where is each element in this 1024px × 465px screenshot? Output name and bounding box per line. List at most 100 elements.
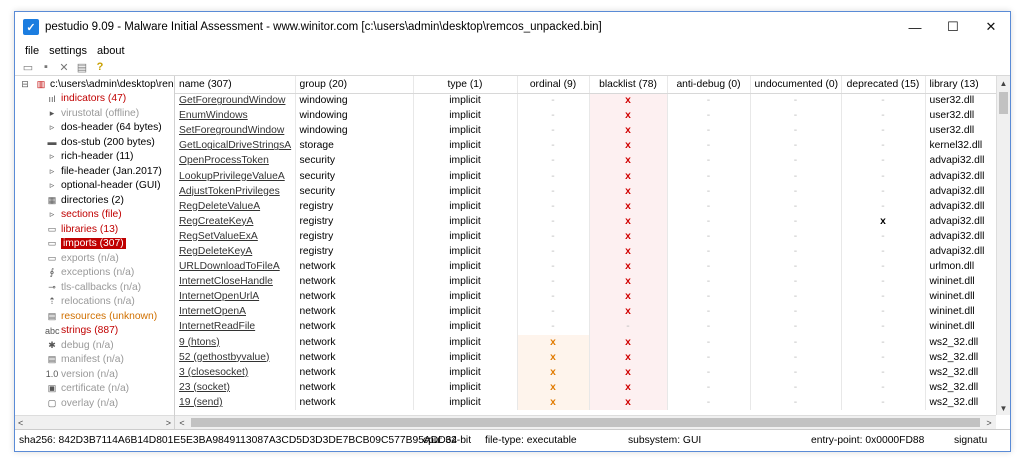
save-icon[interactable]: ▪ [39, 61, 53, 74]
table-row[interactable]: InternetOpenA network implicit - x - - - wininet… [175, 304, 1002, 320]
tree-item-manifest[interactable]: ▤ manifest (n/a) [15, 353, 174, 368]
column-header-anti-debug[interactable]: anti-debug (0) [667, 76, 751, 94]
vertical-scrollbar[interactable]: ▲ ▼ [996, 76, 1010, 415]
cell-name[interactable]: 52 (gethostbyvalue) [175, 349, 296, 365]
table-row[interactable]: 23 (socket) network implicit x x - - - ws2_32.dl… [175, 379, 1002, 395]
scroll-right-icon[interactable]: > [982, 416, 996, 429]
horizontal-scroll-thumb[interactable] [191, 418, 980, 427]
tree-item-exceptions[interactable]: ∮ exceptions (n/a) [15, 266, 174, 281]
tree-item-strings[interactable]: abc strings (887) [15, 324, 174, 339]
tree-item-certificate[interactable]: ▣ certificate (n/a) [15, 382, 174, 397]
document-icon[interactable]: ▤ [75, 61, 89, 74]
help-icon[interactable]: ? [93, 61, 107, 74]
tree-item-exports[interactable]: ▭ exports (n/a) [15, 251, 174, 266]
close-file-icon[interactable]: ✕ [57, 61, 71, 74]
tree-item-indicators[interactable]: ııl indicators (47) [15, 92, 174, 107]
tree-item-overlay[interactable]: ▢ overlay (n/a) [15, 396, 174, 411]
tree-item-file-header[interactable]: ▹ file-header (Jan.2017) [15, 164, 174, 179]
tree-item-imports[interactable]: ▭ imports (307) [15, 237, 174, 252]
horizontal-scrollbar[interactable]: < > [175, 415, 996, 429]
cell-name[interactable]: RegDeleteKeyA [175, 243, 296, 260]
tree-item-debug[interactable]: ✱ debug (n/a) [15, 338, 174, 353]
tree-item-libraries[interactable]: ▭ libraries (13) [15, 222, 174, 237]
table-row[interactable]: 19 (send) network implicit x x - - - ws2_32.dll [175, 394, 1002, 410]
tree-item-directories[interactable]: ▦ directories (2) [15, 193, 174, 208]
table-row[interactable]: URLDownloadToFileA network implicit - x - - - ur… [175, 259, 1002, 275]
cell-name[interactable]: RegCreateKeyA [175, 213, 296, 229]
menu-settings[interactable]: settings [45, 45, 93, 57]
cell-undocumented: - [750, 123, 842, 139]
cell-name[interactable]: InternetReadFile [175, 319, 296, 335]
cell-name[interactable]: AdjustTokenPrivileges [175, 183, 296, 199]
tree-item-rich-header[interactable]: ▹ rich-header (11) [15, 150, 174, 165]
cell-name[interactable]: 19 (send) [175, 394, 296, 410]
cell-name[interactable]: GetLogicalDriveStringsA [175, 138, 296, 154]
table-row[interactable]: SetForegroundWindow windowing implicit - x - -… [175, 123, 1002, 139]
tree-item-tls-callbacks[interactable]: ⊸ tls-callbacks (n/a) [15, 280, 174, 295]
table-row[interactable]: RegDeleteKeyA registry implicit - x - - - advapi… [175, 243, 1002, 260]
tree-item-resources[interactable]: ▤ resources (unknown) [15, 309, 174, 324]
column-header-group[interactable]: group (20) [295, 76, 414, 94]
collapse-icon[interactable]: ⊟ [18, 79, 32, 90]
vertical-scroll-thumb[interactable] [999, 92, 1008, 114]
cell-name[interactable]: InternetCloseHandle [175, 274, 296, 290]
cell-name[interactable]: RegSetValueExA [175, 228, 296, 244]
tree-horizontal-scrollbar[interactable]: < > [15, 415, 174, 429]
table-row[interactable]: RegCreateKeyA registry implicit - x - - x advapi… [175, 213, 1002, 229]
cell-name[interactable]: 9 (htons) [175, 334, 296, 350]
minimize-button[interactable]: — [896, 12, 934, 42]
column-header-type[interactable]: type (1) [413, 76, 518, 94]
tree-item-version[interactable]: 1.0 version (n/a) [15, 367, 174, 382]
table-row[interactable]: RegDeleteValueA registry implicit - x - - - adva… [175, 198, 1002, 214]
cell-name[interactable]: URLDownloadToFileA [175, 259, 296, 275]
table-row[interactable]: RegSetValueExA registry implicit - x - - - advap… [175, 228, 1002, 244]
scroll-up-icon[interactable]: ▲ [997, 76, 1010, 90]
table-row[interactable]: EnumWindows windowing implicit - x - - - user32.… [175, 108, 1002, 124]
table-header: name (307) group (20) type (1) ordinal (9) b… [175, 76, 1002, 94]
table-row[interactable]: AdjustTokenPrivileges security implicit - x -… [175, 183, 1002, 199]
cell-name[interactable]: InternetOpenUrlA [175, 289, 296, 305]
scroll-right-icon[interactable]: > [166, 418, 171, 428]
menu-file[interactable]: file [21, 45, 45, 57]
tree-item-sections[interactable]: ▹ sections (file) [15, 208, 174, 223]
table-row[interactable]: GetForegroundWindow windowing implicit - x - -… [175, 93, 1002, 109]
table-row[interactable]: LookupPrivilegeValueA security implicit - x -… [175, 168, 1002, 184]
table-row[interactable]: OpenProcessToken security implicit - x - - - adv… [175, 153, 1002, 169]
cell-name[interactable]: 3 (closesocket) [175, 364, 296, 380]
table-row[interactable]: 3 (closesocket) network implicit x x - - - ws2_3… [175, 364, 1002, 380]
column-header-name[interactable]: name (307) [175, 76, 296, 94]
app-checkmark-icon: ✓ [23, 19, 39, 35]
cell-name[interactable]: GetForegroundWindow [175, 93, 296, 109]
tree-item-dos-stub[interactable]: ▬ dos-stub (200 bytes) [15, 135, 174, 150]
table-row[interactable]: GetLogicalDriveStringsA storage implicit - x… [175, 138, 1002, 154]
table-row[interactable]: 52 (gethostbyvalue) network implicit x x - - - w… [175, 349, 1002, 365]
scroll-down-icon[interactable]: ▼ [997, 401, 1010, 415]
tree-item-relocations[interactable]: ⇡ relocations (n/a) [15, 295, 174, 310]
cell-name[interactable]: LookupPrivilegeValueA [175, 168, 296, 184]
tree-item-dos-header[interactable]: ▹ dos-header (64 bytes) [15, 121, 174, 136]
cell-name[interactable]: OpenProcessToken [175, 153, 296, 169]
tree-root[interactable]: ⊟ ▥ c:\users\admin\desktop\ren [15, 77, 174, 92]
column-header-blacklist[interactable]: blacklist (78) [589, 76, 668, 94]
column-header-deprecated[interactable]: deprecated (15) [841, 76, 926, 94]
table-row[interactable]: 9 (htons) network implicit x x - - - ws2_32.dll [175, 334, 1002, 350]
cell-name[interactable]: 23 (socket) [175, 379, 296, 395]
scroll-left-icon[interactable]: < [18, 418, 23, 428]
close-button[interactable]: ✕ [972, 12, 1010, 42]
tree-item-optional-header[interactable]: ▹ optional-header (GUI) [15, 179, 174, 194]
column-header-undocumented[interactable]: undocumented (0) [750, 76, 842, 94]
scroll-left-icon[interactable]: < [175, 416, 189, 429]
column-header-library[interactable]: library (13) [925, 76, 1002, 94]
table-row[interactable]: InternetReadFile network implicit - - - - - wini… [175, 319, 1002, 335]
cell-name[interactable]: RegDeleteValueA [175, 198, 296, 214]
cell-name[interactable]: InternetOpenA [175, 304, 296, 320]
column-header-ordinal[interactable]: ordinal (9) [517, 76, 590, 94]
cell-name[interactable]: SetForegroundWindow [175, 123, 296, 139]
tree-item-virustotal[interactable]: ▸ virustotal (offline) [15, 106, 174, 121]
table-row[interactable]: InternetOpenUrlA network implicit - x - - - wini… [175, 289, 1002, 305]
table-row[interactable]: InternetCloseHandle network implicit - x - - - w… [175, 274, 1002, 290]
open-folder-icon[interactable]: ▭ [21, 61, 35, 74]
menu-about[interactable]: about [93, 45, 131, 57]
maximize-button[interactable]: ☐ [934, 12, 972, 42]
cell-name[interactable]: EnumWindows [175, 108, 296, 124]
